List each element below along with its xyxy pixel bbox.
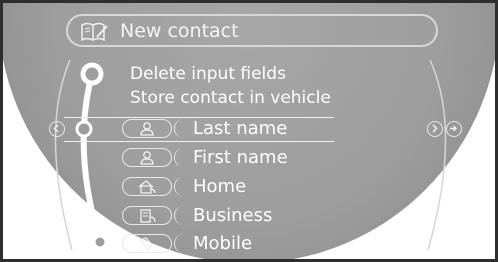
slider-position-ring [75,120,93,138]
person-icon [140,122,154,136]
frame-edge [0,0,498,3]
slider-top-knob [80,62,104,86]
slider-track [80,73,103,243]
label-arc [174,119,186,138]
page-title: New contact [120,20,239,42]
field-label: Mobile [193,233,253,254]
title-bar: New contact [66,14,438,47]
left-outer-arc [54,59,73,251]
field-label: First name [193,147,288,168]
menu-item-delete-input-fields[interactable]: Delete input fields [130,66,286,83]
frame-edge [0,0,3,262]
field-icon-pill [122,177,172,196]
field-icon-pill [122,234,172,253]
field-label: Last name [193,118,288,139]
field-icon-pill [122,206,172,225]
field-icon-pill [122,119,172,138]
mobile-phone-icon [138,237,153,250]
office-phone-icon [140,209,156,223]
label-arc [174,177,186,196]
menu-item-store-contact[interactable]: Store contact in vehicle [130,90,331,107]
selection-line-bottom [64,141,334,142]
field-label: Home [193,176,247,197]
arrow-right-icon[interactable] [427,121,443,137]
field-label: Business [193,205,273,226]
person-icon [140,151,154,165]
label-arc [174,234,186,253]
label-arc [174,206,186,225]
right-outer-arc [427,59,447,251]
field-icon-pill [122,148,172,167]
idrive-screen: New contact Delete input fields Store co… [0,0,498,262]
slider-bottom-knob [90,232,110,252]
label-arc [174,148,186,167]
house-phone-icon [138,180,156,194]
arrow-left-icon[interactable] [49,121,65,137]
arrow-right-skip-icon[interactable] [446,121,462,137]
notebook-pen-icon [81,22,108,42]
